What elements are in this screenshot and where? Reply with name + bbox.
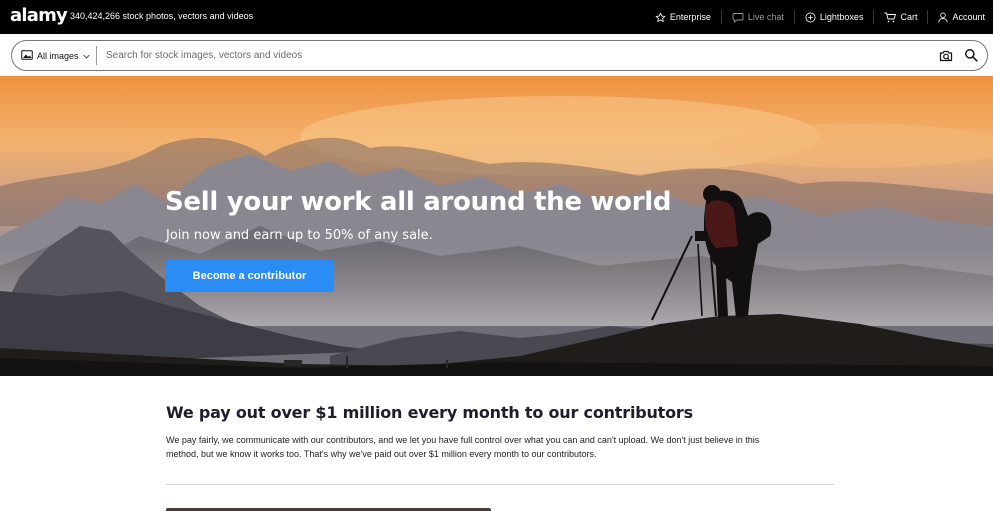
payout-description: We pay fairly, we communicate with our c…: [166, 433, 826, 461]
search-strip: All images: [0, 34, 993, 76]
search-bar: All images: [11, 40, 988, 71]
search-scope-dropdown[interactable]: All images: [21, 41, 90, 70]
hero-subtitle: Join now and earn up to 50% of any sale.: [166, 228, 433, 243]
become-contributor-button[interactable]: Become a contributor: [165, 260, 334, 292]
alamy-logo[interactable]: alamy: [10, 5, 68, 26]
plus-circle-icon: [805, 12, 816, 23]
payout-description-line-2: method, but we know it works too. That's…: [166, 449, 597, 459]
user-icon: [938, 12, 949, 23]
search-icon[interactable]: [964, 48, 978, 67]
top-nav: Enterprise Live chat Lightboxes Cart Acc…: [645, 0, 989, 34]
payout-description-line-1: We pay fairly, we communicate with our c…: [166, 435, 760, 445]
search-scope-label: All images: [37, 50, 79, 61]
tagline: 340,424,266 stock photos, vectors and vi…: [70, 11, 254, 21]
cart-icon: [884, 12, 897, 23]
search-divider: [96, 46, 97, 65]
enterprise-link[interactable]: Enterprise: [645, 10, 722, 24]
enterprise-label: Enterprise: [669, 12, 711, 22]
account-label: Account: [952, 12, 985, 22]
chevron-down-icon: [82, 51, 90, 61]
cart-label: Cart: [900, 12, 918, 22]
chat-bubble-icon: [732, 12, 744, 23]
top-bar: alamy 340,424,266 stock photos, vectors …: [0, 0, 993, 34]
image-icon: [21, 49, 33, 62]
camera-search-icon[interactable]: [939, 49, 953, 67]
star-icon: [655, 12, 666, 23]
hero-title: Sell your work all around the world: [165, 187, 672, 217]
cart-link[interactable]: Cart: [874, 10, 929, 24]
lightboxes-label: Lightboxes: [819, 12, 864, 22]
live-chat-label: Live chat: [747, 12, 784, 22]
payout-heading: We pay out over $1 million every month t…: [166, 403, 693, 422]
hero-banner: Sell your work all around the world Join…: [0, 76, 993, 376]
search-input[interactable]: [106, 45, 906, 66]
hero-photo: [0, 76, 993, 376]
live-chat-link[interactable]: Live chat: [722, 10, 795, 24]
lightboxes-link[interactable]: Lightboxes: [795, 10, 875, 24]
section-divider: [166, 484, 834, 485]
account-link[interactable]: Account: [928, 10, 989, 24]
